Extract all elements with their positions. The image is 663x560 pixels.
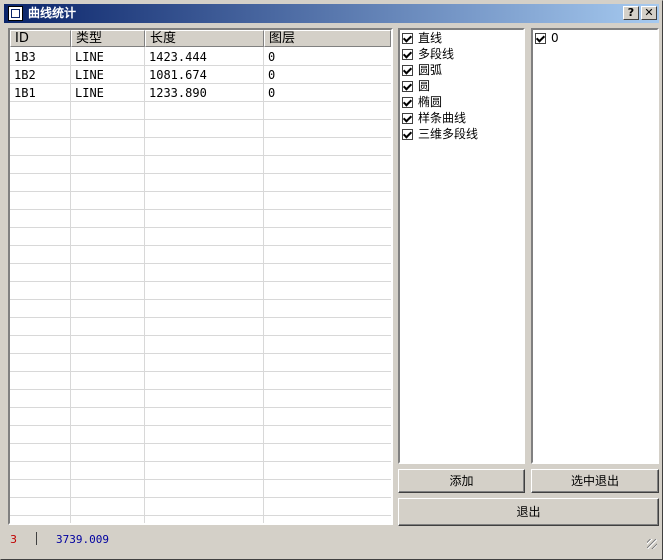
cell-length: 1081.674 (149, 68, 207, 82)
type-filter-polyline[interactable]: 多段线 (402, 46, 454, 62)
layer-filter-item[interactable]: 0 (535, 30, 559, 46)
type-filter-3d-polyline[interactable]: 三维多段线 (402, 126, 478, 142)
cell-layer: 0 (268, 50, 276, 64)
row-divider (10, 299, 391, 300)
cell-layer: 0 (268, 68, 276, 82)
type-filter-label: 直线 (418, 31, 443, 45)
status-separator (36, 532, 37, 545)
layer-filter-label: 0 (551, 31, 559, 45)
cell-id: 1B2 (14, 68, 36, 82)
row-divider (10, 209, 391, 210)
cell-type: LINE (75, 50, 104, 64)
row-divider (10, 371, 391, 372)
type-filter-label: 圆 (418, 79, 431, 93)
column-header-type[interactable]: 类型 (71, 30, 145, 47)
checkbox-checked-icon[interactable] (402, 64, 413, 76)
row-divider (10, 515, 391, 516)
row-divider (10, 443, 391, 444)
cell-length: 1233.890 (149, 86, 207, 100)
type-filter-label: 三维多段线 (418, 127, 479, 141)
row-divider (10, 263, 391, 264)
close-button[interactable]: ✕ (641, 6, 657, 20)
row-divider (10, 461, 391, 462)
checkbox-checked-icon[interactable] (402, 80, 413, 92)
row-divider (10, 137, 391, 138)
row-divider (10, 119, 391, 120)
row-divider (10, 407, 391, 408)
row-divider (10, 227, 391, 228)
type-filter-arc[interactable]: 圆弧 (402, 62, 442, 78)
row-divider (10, 425, 391, 426)
row-divider (10, 173, 391, 174)
table-row[interactable]: 1B1 LINE 1233.890 0 (10, 84, 391, 102)
type-filter-label: 多段线 (418, 47, 455, 61)
column-header-length[interactable]: 长度 (145, 30, 264, 47)
row-divider (10, 317, 391, 318)
type-filter-line[interactable]: 直线 (402, 30, 442, 46)
app-icon (8, 6, 23, 21)
cell-id: 1B1 (14, 86, 36, 100)
type-filter-spline[interactable]: 样条曲线 (402, 110, 466, 126)
curve-table[interactable]: ID 类型 长度 图层 1B3 LINE 1423.444 0 1B2 LINE… (8, 28, 393, 525)
row-divider (10, 245, 391, 246)
row-divider (10, 155, 391, 156)
row-divider (10, 335, 391, 336)
add-button[interactable]: 添加 (398, 469, 525, 493)
checkbox-checked-icon[interactable] (535, 32, 546, 44)
curve-statistics-dialog: 曲线统计 ? ✕ ID 类型 长度 图层 1B3 LINE 1423.444 0… (0, 0, 663, 560)
cell-id: 1B3 (14, 50, 36, 64)
curve-type-filter-list[interactable]: 直线 多段线 圆弧 圆 椭圆 样条曲线 三维多段线 (398, 28, 525, 464)
dialog-title: 曲线统计 (28, 6, 77, 20)
checkbox-checked-icon[interactable] (402, 112, 413, 124)
table-row[interactable]: 1B3 LINE 1423.444 0 (10, 48, 391, 66)
status-bar: 3 3739.009 (4, 529, 659, 551)
cell-type: LINE (75, 68, 104, 82)
checkbox-checked-icon[interactable] (402, 32, 413, 44)
table-header: ID 类型 长度 图层 (10, 30, 391, 47)
layer-filter-list[interactable]: 0 (531, 28, 659, 464)
row-divider (10, 191, 391, 192)
checkbox-checked-icon[interactable] (402, 96, 413, 108)
checkbox-checked-icon[interactable] (402, 48, 413, 60)
exit-button[interactable]: 退出 (398, 498, 659, 526)
title-bar[interactable]: 曲线统计 ? ✕ (4, 4, 659, 23)
type-filter-circle[interactable]: 圆 (402, 78, 430, 94)
type-filter-label: 圆弧 (418, 63, 443, 77)
curve-count: 3 (10, 533, 17, 546)
checkbox-checked-icon[interactable] (402, 128, 413, 140)
column-header-id[interactable]: ID (10, 30, 71, 47)
row-divider (10, 389, 391, 390)
row-divider (10, 479, 391, 480)
cell-layer: 0 (268, 86, 276, 100)
cell-length: 1423.444 (149, 50, 207, 64)
table-row[interactable]: 1B2 LINE 1081.674 0 (10, 66, 391, 84)
total-length: 3739.009 (56, 533, 109, 546)
row-divider (10, 353, 391, 354)
type-filter-label: 样条曲线 (418, 111, 467, 125)
cell-type: LINE (75, 86, 104, 100)
row-divider (10, 497, 391, 498)
help-button[interactable]: ? (623, 6, 639, 20)
resize-grip-icon[interactable] (647, 539, 657, 549)
select-exit-button[interactable]: 选中退出 (531, 469, 659, 493)
type-filter-label: 椭圆 (418, 95, 443, 109)
type-filter-ellipse[interactable]: 椭圆 (402, 94, 442, 110)
row-divider (10, 281, 391, 282)
column-header-layer[interactable]: 图层 (264, 30, 391, 47)
